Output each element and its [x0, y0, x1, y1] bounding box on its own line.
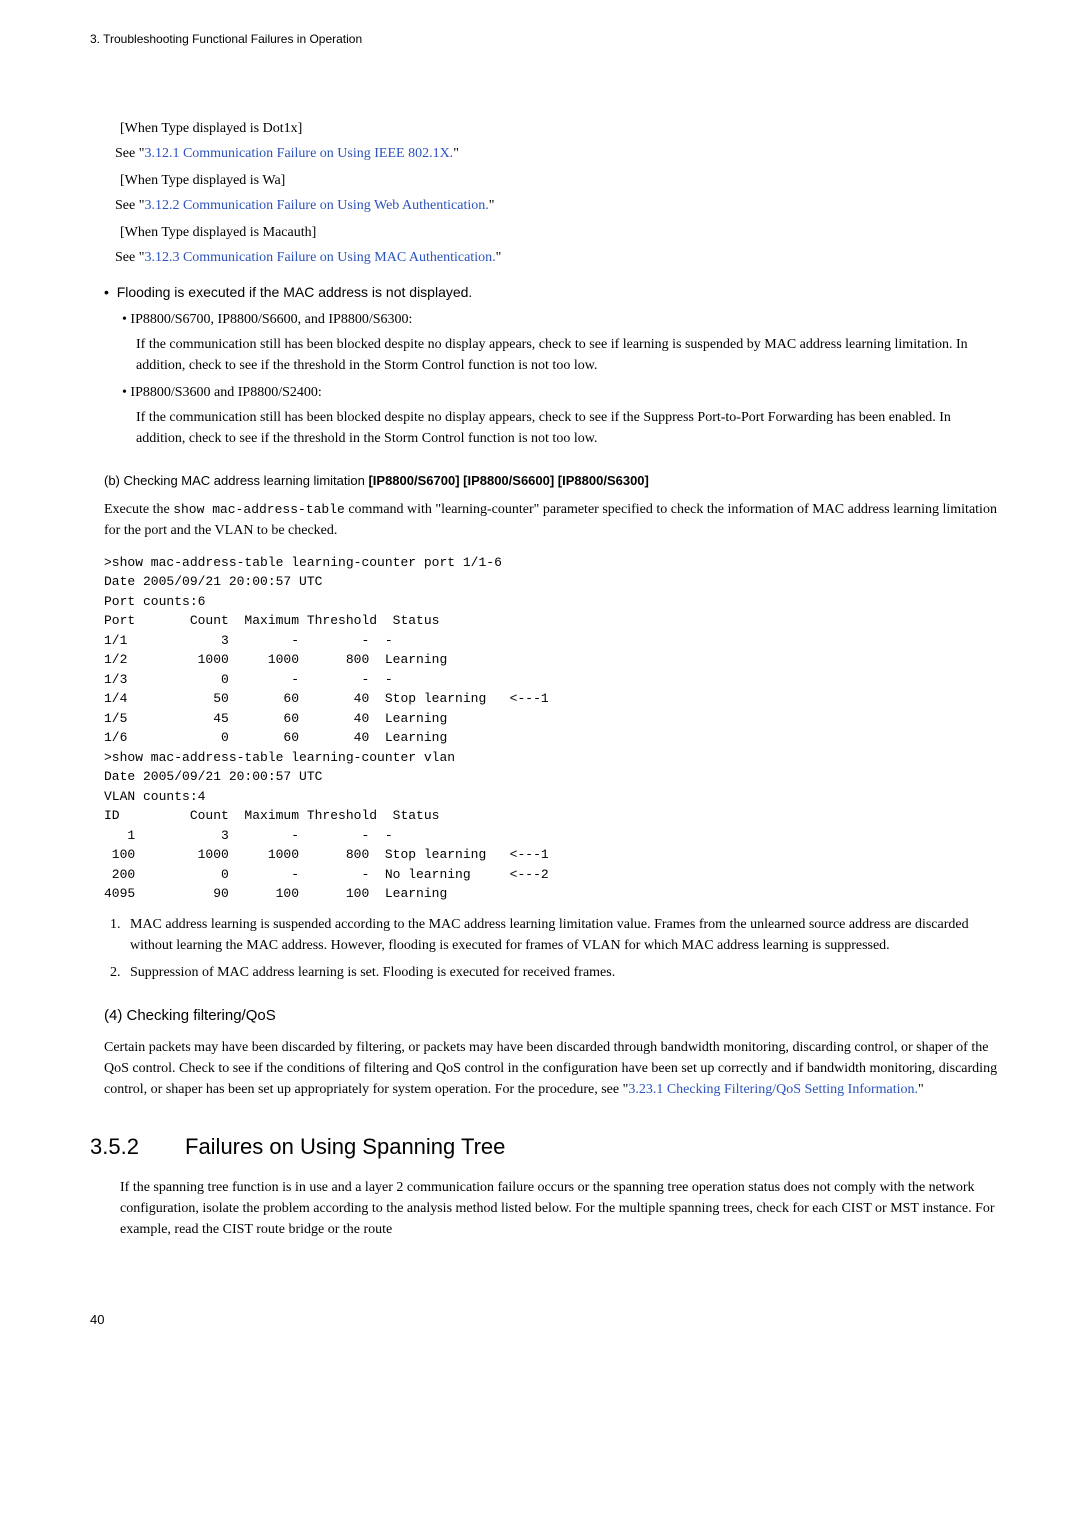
- note-1-text: MAC address learning is suspended accord…: [130, 917, 969, 953]
- link-3-12-3[interactable]: 3.12.3 Communication Failure on Using MA…: [144, 250, 495, 265]
- type-wa-see: See "3.12.2 Communication Failure on Usi…: [115, 195, 1000, 216]
- link-3-12-1[interactable]: 3.12.1 Communication Failure on Using IE…: [144, 146, 453, 161]
- section-4-heading: (4) Checking filtering/QoS: [104, 1005, 1000, 1028]
- section-4-body: Certain packets may have been discarded …: [104, 1037, 1000, 1100]
- section-3-5-2-heading: 3.5.2Failures on Using Spanning Tree: [90, 1130, 1000, 1163]
- see-suffix: ": [489, 198, 495, 213]
- flooding-item-2-body: If the communication still has been bloc…: [136, 407, 1000, 449]
- note-1: MAC address learning is suspended accord…: [124, 914, 1000, 956]
- console-output: >show mac-address-table learning-counter…: [104, 553, 1000, 904]
- flooding-item-2-label: IP8800/S3600 and IP8800/S2400:: [122, 382, 1000, 403]
- flooding-heading: • Flooding is executed if the MAC addres…: [104, 282, 1000, 303]
- intro-code: show mac-address-table: [173, 502, 345, 517]
- page-number: 40: [90, 1310, 1000, 1330]
- type-wa-label: [When Type displayed is Wa]: [120, 170, 1000, 191]
- link-3-12-2[interactable]: 3.12.2 Communication Failure on Using We…: [144, 198, 488, 213]
- flooding-item-1-label: IP8800/S6700, IP8800/S6600, and IP8800/S…: [122, 309, 1000, 330]
- subsection-b-intro: Execute the show mac-address-table comma…: [104, 499, 1000, 541]
- intro-pre: Execute the: [104, 502, 173, 517]
- type-dot1x-label: [When Type displayed is Dot1x]: [120, 118, 1000, 139]
- section-number: 3.5.2: [90, 1130, 185, 1163]
- flooding-heading-text: Flooding is executed if the MAC address …: [117, 284, 473, 300]
- type-macauth-label: [When Type displayed is Macauth]: [120, 222, 1000, 243]
- subsection-b-heading: (b) Checking MAC address learning limita…: [104, 471, 1000, 491]
- note-2: Suppression of MAC address learning is s…: [124, 962, 1000, 983]
- see-suffix: ": [453, 146, 459, 161]
- chapter-header: 3. Troubleshooting Functional Failures i…: [90, 30, 1000, 48]
- note-2-text: Suppression of MAC address learning is s…: [130, 965, 615, 980]
- subsection-b-models: [IP8800/S6700] [IP8800/S6600] [IP8800/S6…: [368, 473, 648, 488]
- see-prefix: See ": [115, 198, 144, 213]
- section-title: Failures on Using Spanning Tree: [185, 1134, 505, 1159]
- section-3-5-2-body: If the spanning tree function is in use …: [120, 1177, 1000, 1240]
- type-macauth-see: See "3.12.3 Communication Failure on Usi…: [115, 247, 1000, 268]
- see-suffix: ": [496, 250, 502, 265]
- flooding-item-1-body: If the communication still has been bloc…: [136, 334, 1000, 376]
- subsection-b-prefix: (b) Checking MAC address learning limita…: [104, 473, 368, 488]
- type-dot1x-see: See "3.12.1 Communication Failure on Usi…: [115, 143, 1000, 164]
- see-prefix: See ": [115, 146, 144, 161]
- link-3-23-1[interactable]: 3.23.1 Checking Filtering/QoS Setting In…: [628, 1082, 918, 1097]
- see-prefix: See ": [115, 250, 144, 265]
- sec4-body-after: ": [918, 1082, 924, 1097]
- numbered-notes: MAC address learning is suspended accord…: [104, 914, 1000, 983]
